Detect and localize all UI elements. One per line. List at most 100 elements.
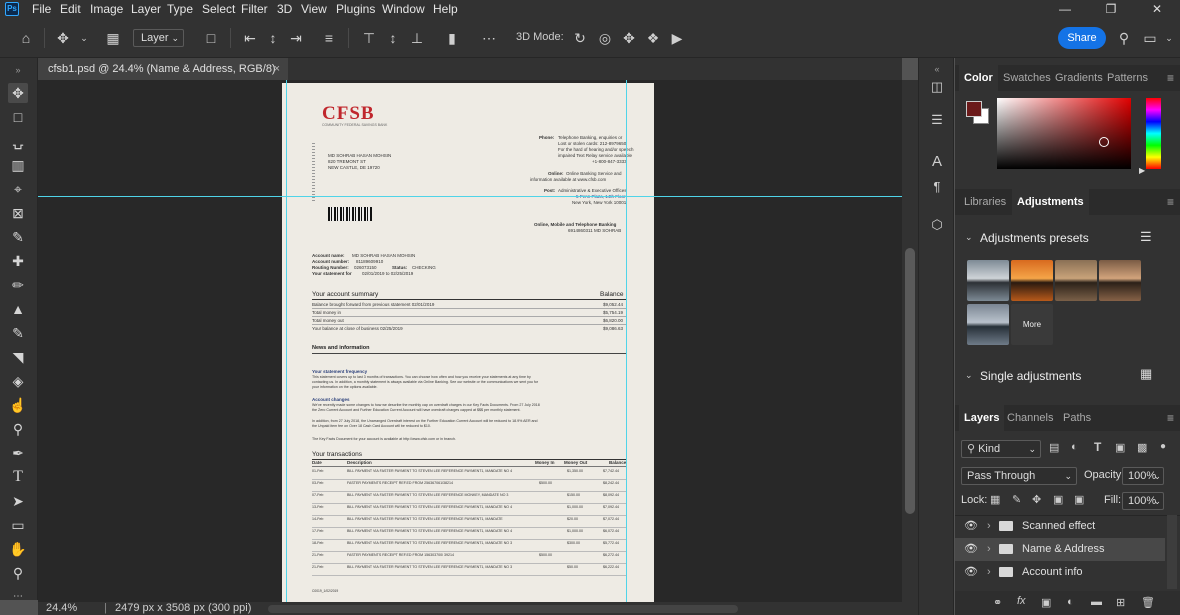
search-icon[interactable]: ⚲ — [1115, 29, 1133, 47]
menu-select[interactable]: Select — [202, 2, 235, 16]
more-presets-button[interactable]: More — [1011, 304, 1053, 345]
layer-select-dropdown[interactable]: Layer ⌄ — [133, 29, 184, 47]
history-brush-tool-icon[interactable]: ✎ — [8, 323, 28, 343]
hue-slider[interactable] — [1146, 98, 1161, 169]
align-bottom-icon[interactable]: ⊥ — [408, 29, 426, 47]
chevron-down-icon[interactable]: ⌄ — [75, 29, 93, 47]
lock-image-icon[interactable]: ✎ — [1012, 493, 1021, 506]
zoom-tool-icon[interactable]: ⚲ — [8, 563, 28, 583]
filter-shape-icon[interactable]: ▣ — [1115, 441, 1125, 454]
properties-icon[interactable]: ☰ — [928, 111, 946, 129]
menu-type[interactable]: Type — [167, 2, 193, 16]
chevron-right-icon[interactable]: › — [987, 561, 991, 584]
menu-layer[interactable]: Layer — [131, 2, 161, 16]
minimize-button[interactable]: — — [1042, 0, 1088, 18]
move-tool-icon[interactable]: ✥ — [54, 29, 72, 47]
panel-menu-icon[interactable]: ≡ — [1167, 411, 1174, 425]
align-right-icon[interactable]: ⇥ — [287, 29, 305, 47]
align-center-icon[interactable]: ↕ — [264, 29, 282, 47]
vertical-scrollbar[interactable] — [902, 80, 918, 602]
distribute-vertical-icon[interactable]: ▮ — [443, 29, 461, 47]
chevron-right-icon[interactable]: › — [987, 515, 991, 538]
opacity-field[interactable]: 100% ⌄ — [1122, 467, 1164, 485]
paint-bucket-tool-icon[interactable]: ◈ — [8, 371, 28, 391]
new-group-icon[interactable]: ▬ — [1091, 596, 1102, 608]
pen-tool-icon[interactable]: ✒ — [8, 443, 28, 463]
blend-mode-dropdown[interactable]: Pass Through ⌄ — [961, 467, 1077, 485]
object-select-tool-icon[interactable]: ▥ — [8, 155, 28, 175]
eraser-tool-icon[interactable]: ◥ — [8, 347, 28, 367]
pan-3d-icon[interactable]: ✥ — [620, 29, 638, 47]
clone-stamp-tool-icon[interactable]: ▲ — [8, 299, 28, 319]
chevron-down-icon[interactable]: ⌄ — [965, 370, 973, 381]
move-tool-icon[interactable]: ✥ — [8, 83, 28, 103]
frame-tool-icon[interactable]: ⊠ — [8, 203, 28, 223]
layer-kind-filter[interactable]: ⚲ Kind ⌄ — [961, 440, 1041, 458]
lock-transparent-icon[interactable]: ▦ — [990, 493, 1000, 506]
history-icon[interactable]: ◫ — [928, 78, 946, 96]
align-top-icon[interactable]: ⊤ — [360, 29, 378, 47]
zoom-level[interactable]: 24.4% — [46, 602, 77, 614]
align-middle-icon[interactable]: ↕ — [384, 29, 402, 47]
collapse-arrows-icon[interactable]: » — [8, 60, 28, 80]
workspace-icon[interactable]: ▭ — [1141, 29, 1159, 47]
chevron-down-icon[interactable]: ⌄ — [1160, 29, 1178, 47]
marquee-tool-icon[interactable]: □ — [8, 107, 28, 127]
vertical-guide[interactable] — [626, 80, 627, 602]
layer-row-account-info[interactable]: 👁 › Account info — [955, 561, 1165, 584]
align-left-icon[interactable]: ⇤ — [241, 29, 259, 47]
eyedropper-tool-icon[interactable]: ✎ — [8, 227, 28, 247]
horizontal-guide[interactable] — [38, 196, 902, 197]
document-tab[interactable]: cfsb1.psd @ 24.4% (Name & Address, RGB/8… — [38, 58, 288, 80]
menu-filter[interactable]: Filter — [241, 2, 268, 16]
lasso-tool-icon[interactable]: ⍽ — [8, 131, 28, 151]
fill-field[interactable]: 100% ⌄ — [1122, 492, 1164, 510]
dodge-tool-icon[interactable]: ⚲ — [8, 419, 28, 439]
restore-button[interactable]: ❐ — [1088, 0, 1134, 18]
document-canvas[interactable]: CFSB COMMUNITY FEDERAL SAVINGS BANK MD S… — [282, 83, 654, 602]
adjustment-layer-icon[interactable]: ◐ — [1067, 596, 1074, 608]
more-tools-icon[interactable]: ⋯ — [8, 587, 28, 607]
visibility-eye-icon[interactable]: 👁 — [964, 561, 978, 584]
color-field[interactable] — [997, 98, 1131, 169]
delete-layer-icon[interactable]: 🗑 — [1141, 596, 1155, 609]
filter-toggle-icon[interactable]: ● — [1160, 441, 1166, 452]
list-view-icon[interactable]: ☰ — [1140, 229, 1152, 245]
brush-tool-icon[interactable]: ✏ — [8, 275, 28, 295]
close-tab-icon[interactable]: × — [274, 58, 280, 80]
menu-image[interactable]: Image — [90, 2, 123, 16]
filter-smart-object-icon[interactable]: ▩ — [1137, 441, 1147, 454]
foreground-color-swatch[interactable] — [966, 101, 982, 117]
close-window-button[interactable]: ✕ — [1134, 0, 1180, 18]
horizontal-scrollbar[interactable] — [268, 605, 738, 613]
tab-patterns[interactable]: Patterns — [1102, 65, 1153, 91]
link-layers-icon[interactable]: ⚭ — [993, 596, 1002, 609]
hue-slider-marker-icon[interactable]: ▶ — [1139, 166, 1145, 175]
preset-thumbnail[interactable] — [967, 260, 1009, 301]
tab-color[interactable]: Color — [959, 65, 998, 91]
tab-paths[interactable]: Paths — [1058, 405, 1096, 431]
3d-cube-icon[interactable]: ⬡ — [928, 216, 946, 234]
tab-libraries[interactable]: Libraries — [959, 189, 1011, 215]
healing-brush-tool-icon[interactable]: ✚ — [8, 251, 28, 271]
panel-menu-icon[interactable]: ≡ — [1167, 195, 1174, 209]
menu-window[interactable]: Window — [382, 2, 425, 16]
new-layer-icon[interactable]: ⊞ — [1116, 596, 1125, 609]
vertical-guide[interactable] — [286, 80, 287, 602]
layers-scrollbar[interactable] — [1167, 515, 1177, 589]
auto-select-icon[interactable]: ▦ — [104, 29, 122, 47]
layer-row-name-address[interactable]: 👁 › Name & Address — [955, 538, 1165, 561]
grid-view-icon[interactable]: ▦ — [1140, 366, 1152, 382]
path-selection-tool-icon[interactable]: ➤ — [8, 491, 28, 511]
chevron-down-icon[interactable]: ⌄ — [965, 232, 973, 243]
lock-position-icon[interactable]: ✥ — [1032, 493, 1041, 506]
menu-edit[interactable]: Edit — [60, 2, 81, 16]
menu-file[interactable]: File — [32, 2, 51, 16]
lock-artboard-icon[interactable]: ▣ — [1053, 493, 1063, 506]
smudge-tool-icon[interactable]: ☝ — [8, 395, 28, 415]
orbit-3d-icon[interactable]: ↻ — [571, 29, 589, 47]
slide-3d-icon[interactable]: ❖ — [644, 29, 662, 47]
menu-3d[interactable]: 3D — [277, 2, 292, 16]
paragraph-icon[interactable]: ¶ — [928, 178, 946, 196]
filter-pixel-icon[interactable]: ▤ — [1049, 441, 1059, 454]
